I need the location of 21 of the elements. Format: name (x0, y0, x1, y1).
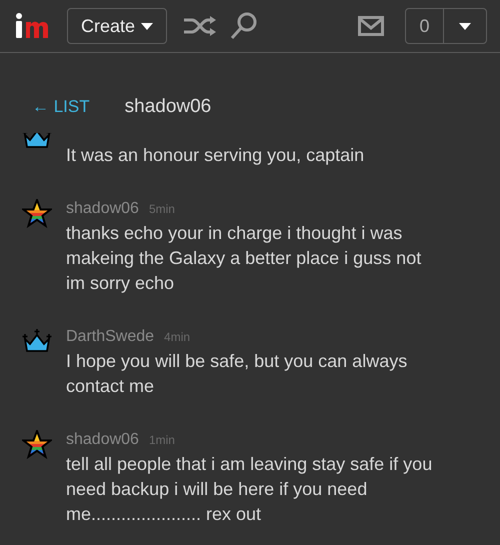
message-time: 5min (148, 201, 175, 218)
back-link[interactable]: ← LIST (32, 94, 90, 120)
message-author[interactable]: shadow06 (66, 197, 139, 221)
caret-icon (141, 22, 154, 30)
message-text: thanks echo your in charge i thought i was makeing the Galaxy a better place i guss not im sorry echo (66, 222, 422, 295)
message-author[interactable]: shadow06 (66, 428, 139, 452)
rainbow-star-icon (22, 199, 52, 229)
conversation-title: shadow06 (124, 94, 212, 119)
crown-icon (22, 327, 52, 353)
message-text: It was an honour serving you, captain (66, 144, 364, 167)
message-text: tell all people that i am leaving stay safe if you need backup i will be here if you need me...................... rex out (66, 453, 432, 526)
search-icon[interactable] (230, 11, 258, 41)
message-time: 1min (148, 432, 175, 449)
caret-icon (459, 22, 471, 30)
mail-icon[interactable] (358, 16, 384, 36)
message-time: 4min (164, 329, 190, 346)
rainbow-star-icon (22, 430, 52, 460)
shuffle-icon[interactable] (182, 15, 218, 37)
create-button[interactable]: Create (67, 8, 168, 44)
message-text: I hope you will be safe, but you can always contact me (66, 350, 408, 398)
message-author[interactable]: DarthSwede (66, 325, 154, 349)
